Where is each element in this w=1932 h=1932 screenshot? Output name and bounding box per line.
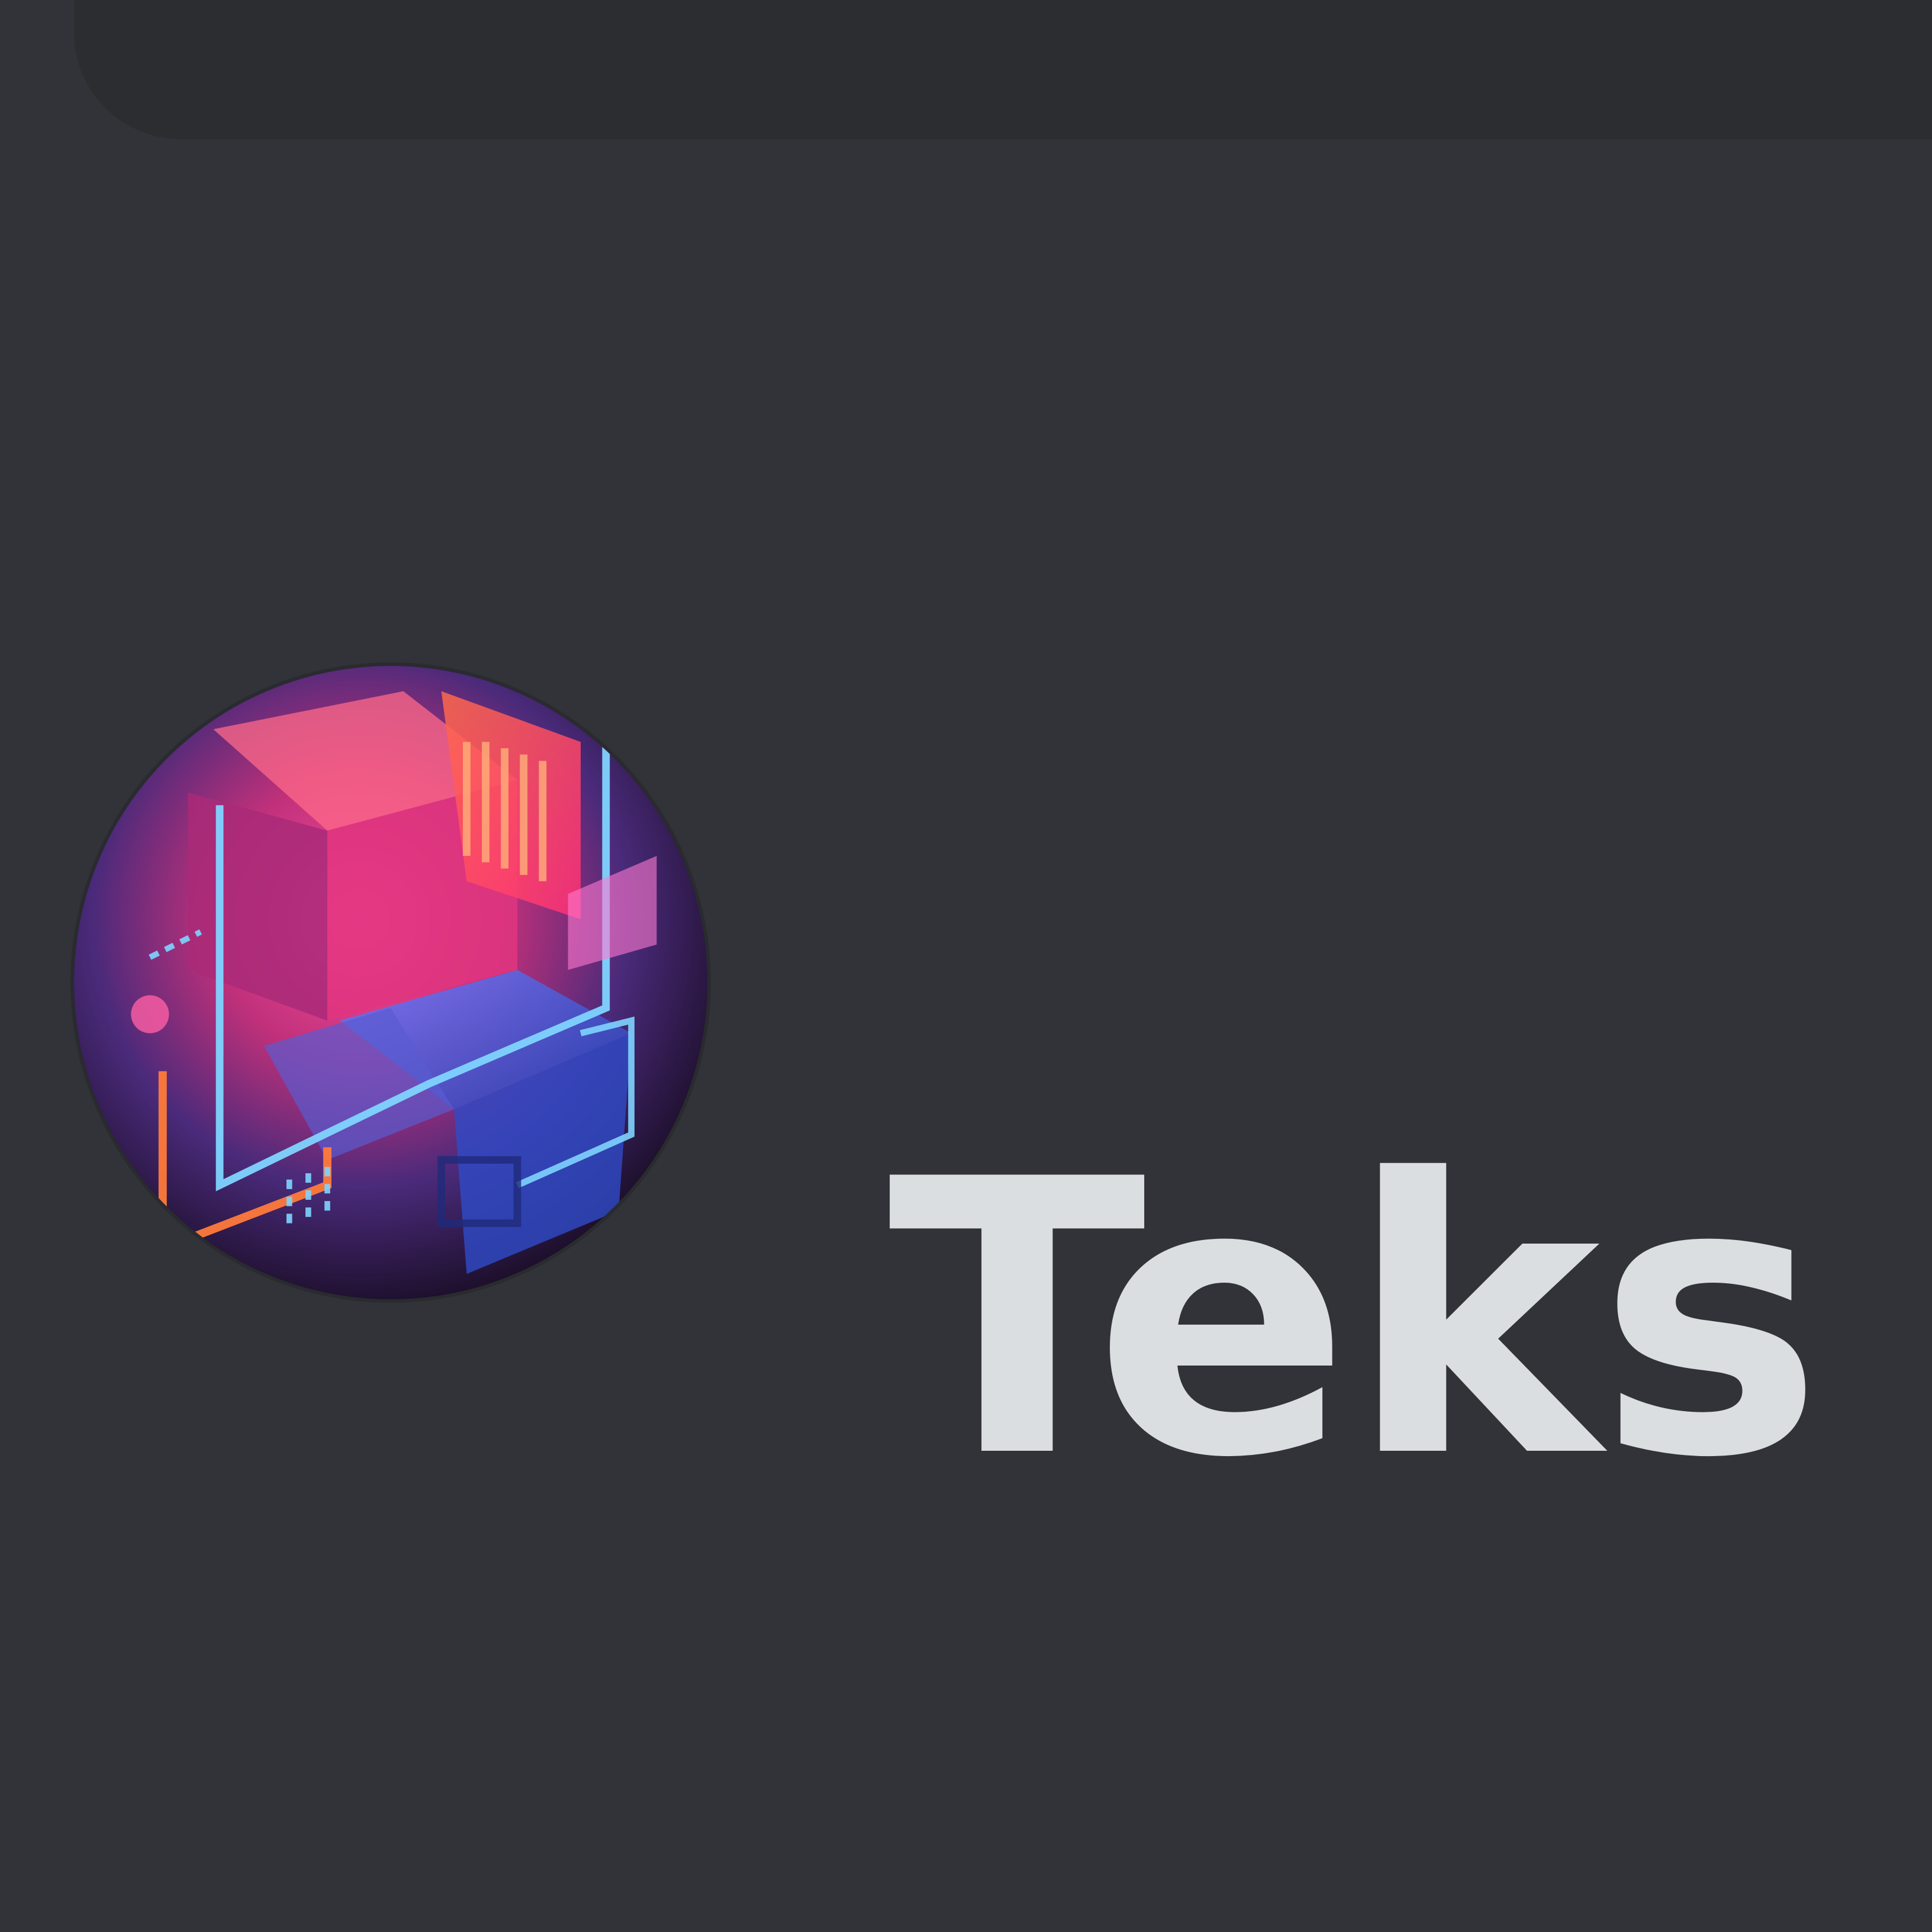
user-row[interactable]: Teks [0, 0, 1932, 1932]
screen: Teks [0, 0, 1932, 1932]
neon-cube-avatar-icon [74, 666, 707, 1299]
avatar[interactable] [74, 666, 707, 1299]
username: Teks [888, 1099, 1823, 1540]
